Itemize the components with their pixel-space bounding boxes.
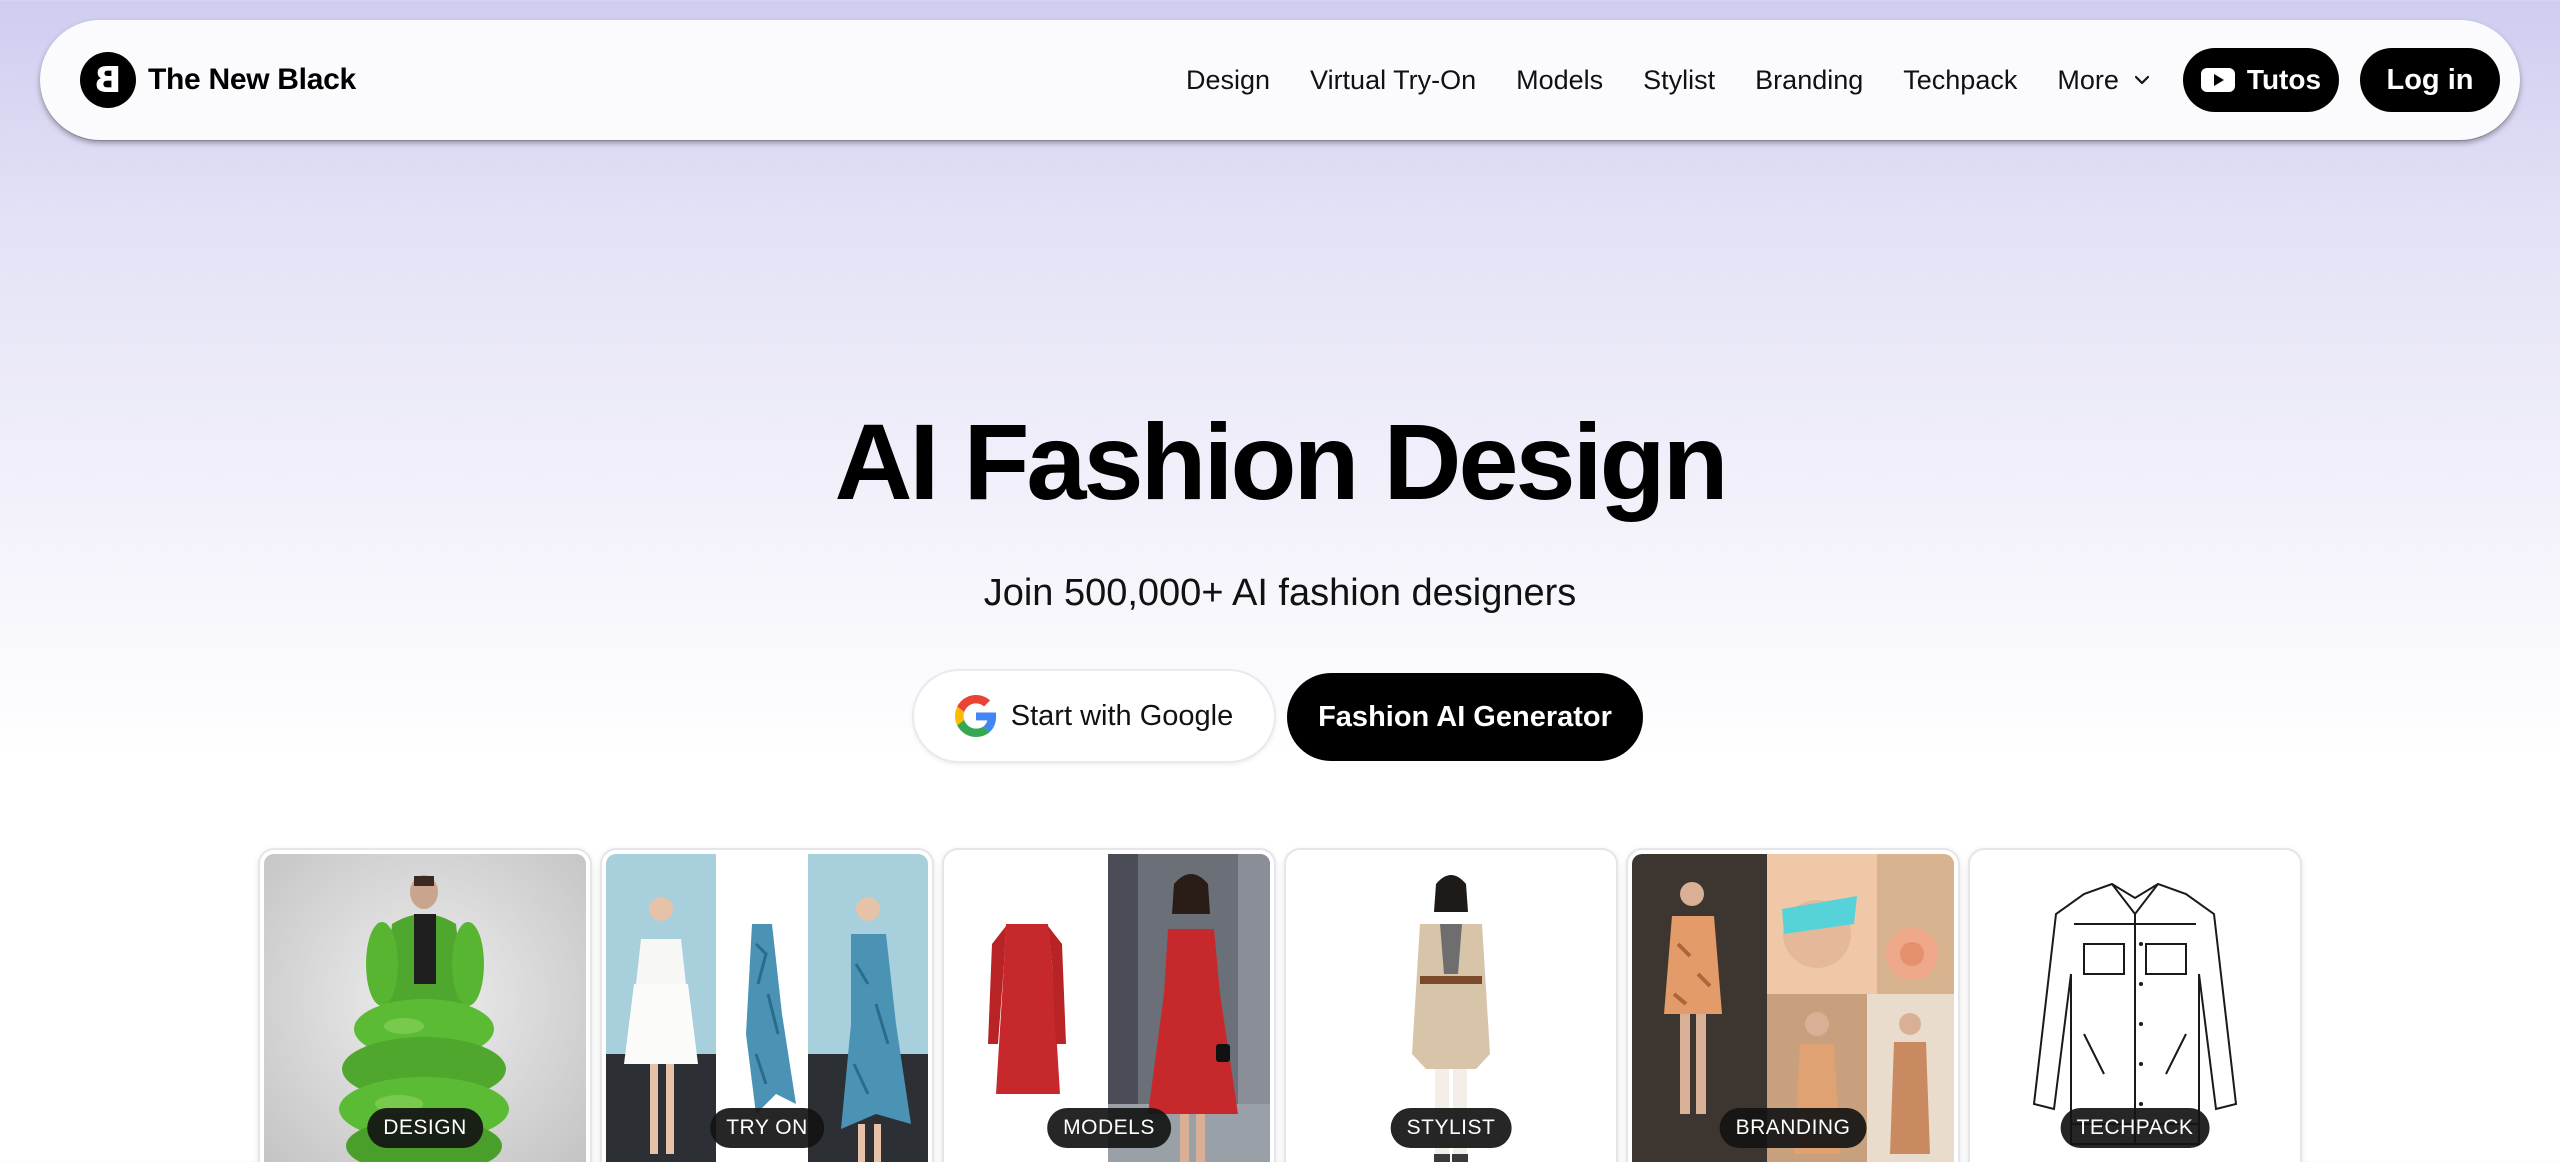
main-nav: Design Virtual Try-On Models Stylist Bra… [1186, 20, 2151, 140]
card-models[interactable]: MODELS [944, 850, 1274, 1162]
nav-models[interactable]: Models [1516, 65, 1603, 96]
tutos-label: Tutos [2246, 64, 2322, 95]
login-button[interactable]: Log in [2360, 48, 2500, 112]
chevron-down-icon [2134, 75, 2149, 85]
fashion-ai-generator-button[interactable]: Fashion AI Generator [1287, 673, 1643, 761]
card-stylist[interactable]: STYLIST [1286, 850, 1616, 1162]
nav-virtual-try-on[interactable]: Virtual Try-On [1310, 65, 1476, 96]
google-button-label: Start with Google [1010, 699, 1234, 732]
brand-name: The New Black [148, 63, 356, 96]
nav-more-dropdown[interactable]: More [2057, 65, 2151, 96]
card-badge: BRANDING [1719, 1108, 1867, 1148]
card-branding[interactable]: BRANDING [1628, 850, 1958, 1162]
brand-logo-icon: B [80, 52, 136, 108]
hero-subtitle: Join 500,000+ AI fashion designers [983, 572, 1577, 614]
card-badge: MODELS [1047, 1108, 1171, 1148]
nav-branding[interactable]: Branding [1755, 65, 1863, 96]
start-with-google-button[interactable]: Start with Google [914, 671, 1274, 761]
card-badge: TRY ON [710, 1108, 824, 1148]
nav-design[interactable]: Design [1186, 65, 1270, 96]
feature-cards: DESIGN TRY ON MODELS STYLIST BRANDING TE… [260, 850, 2300, 1162]
hero-title: AI Fashion Design [834, 401, 1728, 522]
card-badge: STYLIST [1390, 1108, 1512, 1148]
youtube-icon [2200, 68, 2235, 92]
card-badge: DESIGN [367, 1108, 483, 1148]
nav-techpack[interactable]: Techpack [1903, 65, 2017, 96]
tutos-button[interactable]: Tutos [2183, 48, 2339, 112]
brand-home-link[interactable]: B The New Black [80, 52, 356, 108]
nav-more-label: More [2057, 64, 2119, 95]
top-navbar: B The New Black Design Virtual Try-On Mo… [40, 20, 2520, 140]
card-design[interactable]: DESIGN [260, 850, 590, 1162]
google-icon [954, 695, 996, 737]
card-try-on[interactable]: TRY ON [602, 850, 932, 1162]
nav-stylist[interactable]: Stylist [1643, 65, 1715, 96]
card-badge: TECHPACK [2060, 1108, 2210, 1148]
card-techpack[interactable]: TECHPACK [1970, 850, 2300, 1162]
